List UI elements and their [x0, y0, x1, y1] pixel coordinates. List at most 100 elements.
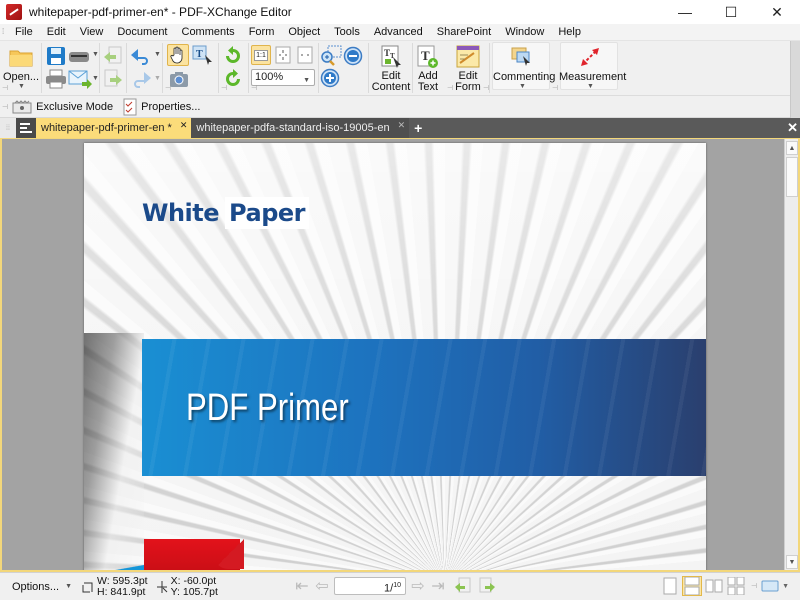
toolbar-group-zoom-tools	[319, 43, 369, 93]
tab-list-button[interactable]	[16, 118, 36, 138]
tab-close-icon[interactable]: ✕	[180, 120, 188, 131]
page-navigation: ⇤ ⇦ 1/10 ⇨ ⇥	[292, 577, 496, 595]
toolbar-scrollbar[interactable]	[790, 41, 800, 118]
crosshair-icon	[156, 580, 167, 593]
close-document-icon[interactable]: ✕	[787, 120, 798, 136]
cursor-x: X: -60.0pt	[170, 574, 217, 587]
redo-icon[interactable]	[130, 70, 152, 88]
menu-document[interactable]: Document	[110, 24, 174, 41]
menu-file[interactable]: File	[8, 24, 40, 41]
menu-form[interactable]: Form	[242, 24, 282, 41]
next-page-icon[interactable]: ⇨	[408, 578, 428, 595]
menu-edit[interactable]: Edit	[40, 24, 73, 41]
prev-view-icon[interactable]	[103, 46, 123, 66]
page-shadow	[84, 333, 144, 570]
last-page-icon[interactable]: ⇥	[428, 578, 448, 595]
new-tab-plus-icon[interactable]: +	[409, 118, 427, 138]
edit-form-button[interactable]: Edit Form	[451, 43, 485, 93]
next-view-icon[interactable]	[478, 577, 496, 595]
heading-white: White	[142, 199, 220, 227]
scroll-thumb[interactable]	[786, 157, 798, 197]
scanner-icon[interactable]	[68, 48, 90, 64]
vertical-scrollbar[interactable]: ▲ ▼	[784, 139, 798, 570]
tab-whitepaper-pdf-primer[interactable]: whitepaper-pdf-primer-en * ✕	[36, 118, 192, 138]
rotate-ccw-icon[interactable]	[223, 46, 243, 66]
hand-tool-icon	[170, 46, 183, 64]
tab-grip-icon[interactable]: ⁞⁞	[0, 118, 16, 138]
menu-bar: ⁞ File Edit View Document Comments Form …	[0, 24, 800, 41]
options-button[interactable]: Options... ▼	[12, 581, 72, 593]
main-toolbar: Open... ▼ ⊣ ▼ ▼ ▼ ▼ T ⊣ ⊣ 1:1 100% ▼ ⊣ T…	[0, 41, 790, 96]
redo-dropdown-caret[interactable]: ▼	[154, 75, 161, 82]
fit-page-icon[interactable]	[274, 46, 292, 64]
zoom-level-select[interactable]: 100% ▼	[251, 69, 315, 86]
toolbar-group-undo: ▼ ▼	[127, 43, 163, 93]
email-icon[interactable]	[68, 69, 92, 89]
view-dropdown-caret[interactable]: ▼	[782, 583, 789, 590]
add-text-button[interactable]: T Add Text	[413, 43, 443, 93]
actual-size-icon: 1:1	[254, 49, 268, 61]
single-page-view-button[interactable]	[660, 576, 680, 596]
prev-page-icon[interactable]: ⇦	[312, 578, 332, 595]
edit-content-icon: TT	[381, 45, 401, 68]
save-icon[interactable]	[46, 46, 66, 66]
menu-comments[interactable]: Comments	[175, 24, 242, 41]
document-viewport[interactable]: White Paper PDF Primer ▲ ▼	[0, 138, 800, 572]
properties-button[interactable]: Properties...	[123, 98, 200, 116]
pdf-page[interactable]: White Paper PDF Primer	[84, 143, 706, 570]
facing-view-button[interactable]	[704, 576, 724, 596]
email-dropdown-caret[interactable]: ▼	[92, 75, 99, 82]
first-page-icon[interactable]: ⇤	[292, 578, 312, 595]
single-page-icon	[663, 577, 677, 595]
page-height: H: 841.9pt	[97, 585, 146, 598]
scroll-up-arrow-icon[interactable]: ▲	[786, 141, 798, 155]
continuous-view-button[interactable]	[682, 576, 702, 596]
zoom-in-icon[interactable]	[320, 68, 340, 88]
page-number-input[interactable]: 1/10	[334, 577, 406, 595]
measurement-button[interactable]: Measurement ▼	[559, 42, 627, 90]
group-grip: ⊣	[2, 85, 9, 92]
hand-tool-button[interactable]	[167, 44, 189, 66]
facing-continuous-view-button[interactable]	[726, 576, 746, 596]
menu-help[interactable]: Help	[551, 24, 588, 41]
snapshot-icon[interactable]	[169, 70, 189, 88]
close-button[interactable]: ✕	[754, 0, 800, 24]
edit-content-label-2: Content	[371, 81, 411, 93]
menu-tools[interactable]: Tools	[327, 24, 367, 41]
toolbar-group-zoom: 1:1 100% ▼ ⊣	[249, 43, 319, 93]
prev-view-icon[interactable]	[454, 577, 472, 595]
print-icon[interactable]	[45, 69, 67, 89]
menu-sharepoint[interactable]: SharePoint	[430, 24, 498, 41]
edit-content-button[interactable]: TT Edit Content	[371, 43, 411, 93]
select-text-icon[interactable]: T	[192, 45, 214, 67]
fit-width-icon[interactable]	[296, 46, 314, 64]
commenting-button[interactable]: Commenting ▼	[492, 42, 555, 90]
tab-close-icon[interactable]: ✕	[398, 120, 406, 131]
zoom-dropdown-caret: ▼	[303, 77, 310, 84]
scanner-dropdown-caret[interactable]: ▼	[92, 51, 99, 58]
group-grip: ⊣	[751, 583, 758, 590]
tab-whitepaper-pdfa-standard[interactable]: whitepaper-pdfa-standard-iso-19005-en ✕	[191, 118, 410, 138]
menu-window[interactable]: Window	[498, 24, 551, 41]
next-view-icon[interactable]	[103, 69, 123, 89]
blue-accent-strip	[84, 563, 144, 570]
scroll-down-arrow-icon[interactable]: ▼	[786, 555, 798, 569]
group-grip: ⊣	[251, 85, 258, 92]
menu-advanced[interactable]: Advanced	[367, 24, 430, 41]
zoom-out-icon[interactable]	[343, 46, 363, 66]
maximize-button[interactable]: ☐	[708, 0, 754, 24]
open-dropdown-caret[interactable]: ▼	[18, 83, 25, 90]
minimize-button[interactable]: —	[662, 0, 708, 24]
screen-view-button[interactable]	[760, 576, 780, 596]
undo-dropdown-caret[interactable]: ▼	[154, 51, 161, 58]
zoom-marquee-icon[interactable]	[320, 45, 342, 67]
menu-view[interactable]: View	[73, 24, 111, 41]
menu-object[interactable]: Object	[281, 24, 327, 41]
measurement-label: Measurement	[559, 71, 627, 83]
open-button[interactable]: Open... ▼	[3, 43, 39, 91]
page-width: W: 595.3pt	[97, 574, 148, 587]
undo-icon[interactable]	[130, 47, 152, 65]
group-grip: ⊣	[483, 85, 490, 92]
exclusive-mode-button[interactable]: Exclusive Mode	[12, 99, 113, 114]
actual-size-button[interactable]: 1:1	[251, 45, 271, 65]
